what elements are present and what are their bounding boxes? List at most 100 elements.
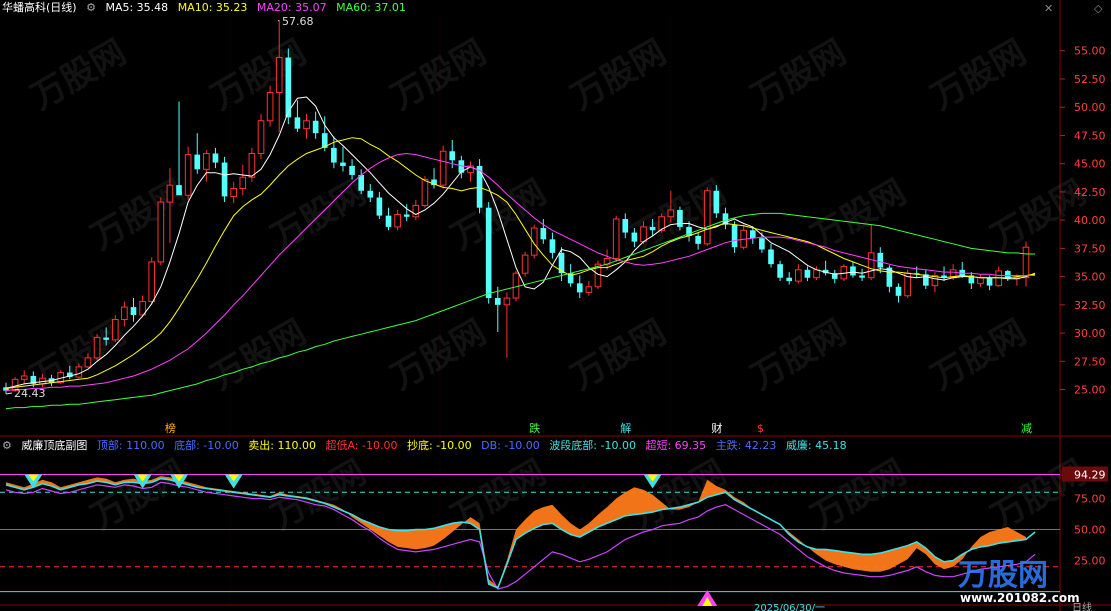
candle-body: [777, 264, 783, 278]
candle-body: [148, 261, 156, 302]
candle-body: [703, 190, 711, 245]
candle-body: [203, 153, 210, 170]
price-tick-label: 47.50: [1074, 129, 1106, 142]
corner-menu-icon[interactable]: ◇: [1094, 2, 1103, 15]
watermark-text: 万股网: [385, 312, 493, 398]
watermark-text: 万股网: [385, 32, 493, 118]
candle-body: [576, 283, 583, 293]
candle-body: [331, 147, 337, 163]
candle-body: [485, 207, 492, 299]
watermark-text: 万股网: [25, 32, 133, 118]
candle-body: [677, 209, 683, 227]
sub-tick-label: 94.29: [1074, 469, 1106, 482]
candle-body: [184, 154, 192, 196]
candle-body: [367, 190, 374, 198]
sub-tick-label: 75.00: [1074, 492, 1106, 505]
candle-body: [166, 184, 174, 203]
candle-body: [275, 57, 283, 94]
watermark-text: 万股网: [205, 32, 313, 118]
footer-date: 2025/06/30/一: [754, 603, 825, 611]
candle-body: [266, 92, 274, 122]
price-tick-label: 32.50: [1074, 299, 1106, 312]
signal-label: $: [757, 422, 764, 435]
candle-body: [239, 176, 247, 190]
watermark-text: 万股网: [565, 312, 673, 398]
candle-body: [75, 366, 83, 378]
candle-body: [521, 254, 529, 274]
watermark-text: 万股网: [85, 452, 193, 538]
candle-body: [649, 226, 656, 231]
candle-body: [494, 298, 501, 305]
candle-body: [385, 215, 392, 227]
candle-body: [768, 249, 774, 265]
candle-body: [176, 185, 182, 196]
price-tick-label: 45.00: [1074, 158, 1106, 171]
candle-body: [713, 190, 720, 214]
candle-body: [84, 357, 92, 368]
candle-body: [121, 306, 128, 320]
candle-body: [612, 218, 620, 260]
candle-body: [394, 213, 401, 228]
candle-body: [403, 214, 410, 217]
candle-body: [130, 307, 137, 315]
candle-body: [850, 266, 856, 276]
kline-chart[interactable]: 万股网 万股网 万股网 万股网 万股网 万股网万股网 万股网 万股网 万股网 万股网万股网 万股网万…: [0, 0, 1111, 611]
candle-body: [303, 120, 310, 130]
candle-body: [759, 238, 765, 250]
signal-label: 跌: [529, 421, 540, 435]
candle-body: [794, 269, 802, 282]
sub-tick-label: 25.00: [1074, 555, 1106, 568]
candle-body: [1022, 246, 1030, 279]
candle-body: [867, 252, 875, 279]
price-tick-label: 40.00: [1074, 214, 1106, 227]
low-pointer: [5, 392, 13, 395]
candle-body: [111, 319, 119, 341]
candle-body: [294, 117, 301, 129]
watermark-text: 万股网: [265, 172, 373, 258]
candle-body: [877, 252, 884, 268]
brand-watermark: 万股网: [958, 558, 1048, 593]
signal-label: 解: [620, 421, 631, 435]
candle-body: [248, 153, 256, 178]
candle-body: [804, 269, 811, 278]
high-price-label: 57.68: [282, 15, 314, 28]
price-tick-label: 25.00: [1074, 384, 1106, 397]
price-tick-label: 30.00: [1074, 327, 1106, 340]
candle-body: [512, 272, 520, 299]
candle-body: [695, 235, 701, 244]
candle-body: [859, 275, 865, 278]
candle-body: [585, 286, 593, 293]
candle-body: [640, 226, 647, 243]
candle-body: [895, 286, 902, 296]
watermark-text: 万股网: [745, 32, 853, 118]
candle-body: [230, 188, 238, 197]
signal-label: 榜: [165, 421, 176, 435]
price-tick-label: 55.00: [1074, 45, 1106, 58]
watermark-text: 万股网: [925, 312, 1033, 398]
candle-body: [977, 277, 984, 284]
candle-body: [622, 219, 629, 233]
watermark-text: 万股网: [805, 452, 913, 538]
candle-body: [986, 277, 993, 286]
candle-body: [439, 150, 447, 186]
candle-body: [103, 337, 110, 340]
candle-body: [813, 269, 820, 279]
watermark-text: 万股网: [205, 312, 313, 398]
low-price-label: 24.43: [14, 387, 46, 400]
candle-body: [631, 232, 638, 242]
candle-body: [376, 197, 383, 216]
high-pointer: [277, 19, 280, 22]
brand-url: www.201082.com: [960, 591, 1080, 605]
candle-body: [540, 228, 547, 240]
price-tick-label: 42.50: [1074, 186, 1106, 199]
watermark-text: 万股网: [805, 172, 913, 258]
candle-body: [349, 165, 355, 175]
signal-labels: 榜 跌 解 财 $ 减: [165, 421, 1032, 435]
watermark-text: 万股网: [565, 32, 673, 118]
price-tick-label: 37.50: [1074, 242, 1106, 255]
candle-body: [212, 153, 219, 163]
sub-tick-label: 50.00: [1074, 524, 1106, 537]
signal-label: 减: [1021, 422, 1032, 435]
corner-close-icon[interactable]: ✕: [1044, 2, 1053, 15]
candle-body: [449, 151, 456, 161]
